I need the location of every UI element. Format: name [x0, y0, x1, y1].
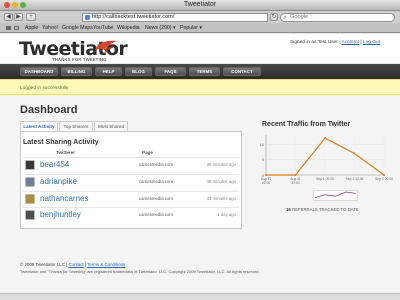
table-row: nathancarnes carriesmedia.com 43 minutes… [23, 191, 239, 205]
flash-alert: Logged in successfully [0, 79, 400, 95]
traffic-title: Recent Traffic from Twitter [262, 121, 351, 128]
bookmark-item[interactable]: Wikipedia [117, 23, 140, 33]
bookmark-item[interactable]: News (290) ▾ [145, 23, 176, 33]
y-tick-label: 5 [261, 157, 264, 163]
time-ago: 1 day ago [217, 212, 236, 217]
twitterer-link[interactable]: benjhuntley [40, 210, 81, 219]
page-link[interactable]: carriesmedia.com [139, 196, 173, 201]
table-row: benjhuntley carriesmedia.com 1 day ago [23, 207, 239, 221]
sparkline-frame [313, 190, 358, 201]
window-titlebar: Tweetiator [0, 0, 400, 11]
column-header-twitterer: Twitterer [56, 150, 76, 155]
bookmarks-book-icon[interactable] [6, 26, 11, 30]
referral-label: REFERRALS TRACKED TO DATE [291, 207, 359, 212]
twitterer-link[interactable]: adrianpike [40, 177, 77, 186]
page-link[interactable]: carriesmedia.com [139, 162, 173, 167]
data-point [294, 174, 297, 176]
twitterer-link[interactable]: nathancarnes [40, 194, 88, 203]
avatar[interactable] [25, 160, 35, 170]
bookmark-item[interactable]: YouTube [93, 23, 113, 33]
panel-title: Latest Sharing Activity [23, 139, 99, 146]
alert-message: Logged in successfully [20, 86, 69, 91]
bird-logo-icon [95, 40, 117, 53]
page-title: Dashboard [20, 104, 78, 116]
top-sites-grid-icon[interactable] [14, 26, 19, 30]
footer-trademark: Tweetiator and "Thanks for Tweeting" are… [20, 269, 260, 274]
address-url: http://callbacktest.tweetiator.com/ [92, 14, 175, 20]
x-tick-label: Aug 31 00:00 [260, 177, 272, 185]
account-link[interactable]: Account [342, 40, 359, 45]
page-link[interactable]: carriesmedia.com [139, 179, 173, 184]
nav-billing[interactable]: BILLING [61, 67, 92, 76]
bookmarks-bar: Apple Yahoo! Google Maps YouTube Wikiped… [0, 23, 400, 33]
search-placeholder: Google [290, 14, 309, 20]
table-row: adrianpike carriesmedia.com 38 minutes a… [23, 174, 239, 188]
footer-contact-link[interactable]: Contact [69, 262, 84, 267]
nav-help[interactable]: HELP [95, 67, 122, 76]
bookmark-tools [6, 26, 20, 30]
search-input[interactable]: ⌕ Google [280, 13, 395, 22]
signed-in-status: Signed in as Test User | Account | Log O… [290, 40, 380, 45]
site-favicon-icon [85, 15, 90, 20]
footer-separator: | [84, 262, 87, 267]
browser-toolbar: ◀ ▶ + http://callbacktest.tweetiator.com… [0, 11, 400, 23]
footer-links: © 2009 Tweetiator LLC | Contact | Terms … [20, 262, 125, 267]
bookmark-item[interactable]: Yahoo! [42, 23, 58, 33]
footer-terms-link[interactable]: Terms & Conditions [87, 262, 125, 267]
data-point [353, 152, 356, 155]
time-ago: 36 minutes ago [206, 162, 236, 167]
avatar[interactable] [25, 210, 35, 220]
referral-summary: 16 REFERRALS TRACKED TO DATE [286, 207, 359, 212]
nav-contact[interactable]: CONTACT [223, 67, 261, 76]
x-tick-label: Aug 31 12:00 [290, 177, 301, 185]
referral-count: 16 [286, 207, 291, 212]
twitterer-link[interactable]: bear454 [40, 160, 69, 169]
column-header-page: Page [142, 150, 153, 155]
bookmark-item[interactable]: Popular ▾ [180, 23, 202, 33]
time-ago: 38 minutes ago [206, 179, 236, 184]
bookmark-item[interactable]: Google Maps [62, 23, 93, 33]
data-point [324, 137, 326, 140]
bookmark-item[interactable]: Apple [25, 23, 38, 33]
signed-in-text: Signed in as Test User [290, 40, 338, 45]
back-button[interactable]: ◀ [4, 13, 13, 21]
nav-terms[interactable]: TERMS [189, 67, 220, 76]
avatar[interactable] [25, 177, 35, 187]
reload-button[interactable]: ↻ [270, 13, 278, 21]
data-point [265, 174, 267, 176]
referral-sparkline [313, 190, 358, 201]
address-bar[interactable]: http://callbacktest.tweetiator.com/ [82, 13, 268, 22]
nav-faqs[interactable]: FAQS [155, 67, 186, 76]
window-title: Tweetiator [183, 1, 217, 8]
nav-dashboard[interactable]: DASHBOARD [20, 67, 58, 76]
page-link[interactable]: carriesmedia.com [139, 212, 173, 217]
search-icon: ⌕ [283, 15, 287, 21]
add-bookmark-button[interactable]: + [26, 13, 36, 21]
x-tick-label: Sep 2 00:00 [375, 177, 393, 181]
logout-link[interactable]: Log Out [363, 40, 380, 45]
table-row: bear454 carriesmedia.com 36 minutes ago [23, 157, 239, 171]
x-tick-label: Sep 1 12:00 [345, 177, 364, 181]
time-ago: 43 minutes ago [206, 196, 236, 201]
footer-copyright: © 2009 Tweetiator LLC | [20, 262, 68, 267]
y-tick-label: 10 [259, 141, 264, 147]
tab-most-shared[interactable]: Most Shared [94, 121, 128, 131]
forward-button[interactable]: ▶ [14, 13, 23, 21]
logo-tagline: THANKS FOR TWEETING [52, 57, 107, 62]
nav-blog[interactable]: BLOG [125, 67, 152, 76]
tab-top-sharers[interactable]: Top Sharers [59, 121, 93, 131]
main-nav: DASHBOARD BILLING HELP BLOG FAQS TERMS C… [0, 64, 400, 79]
data-point [383, 174, 385, 176]
avatar[interactable] [25, 194, 35, 204]
browser-statusbar [0, 293, 400, 300]
x-tick-label: Sep 1 00:00 [316, 177, 334, 181]
